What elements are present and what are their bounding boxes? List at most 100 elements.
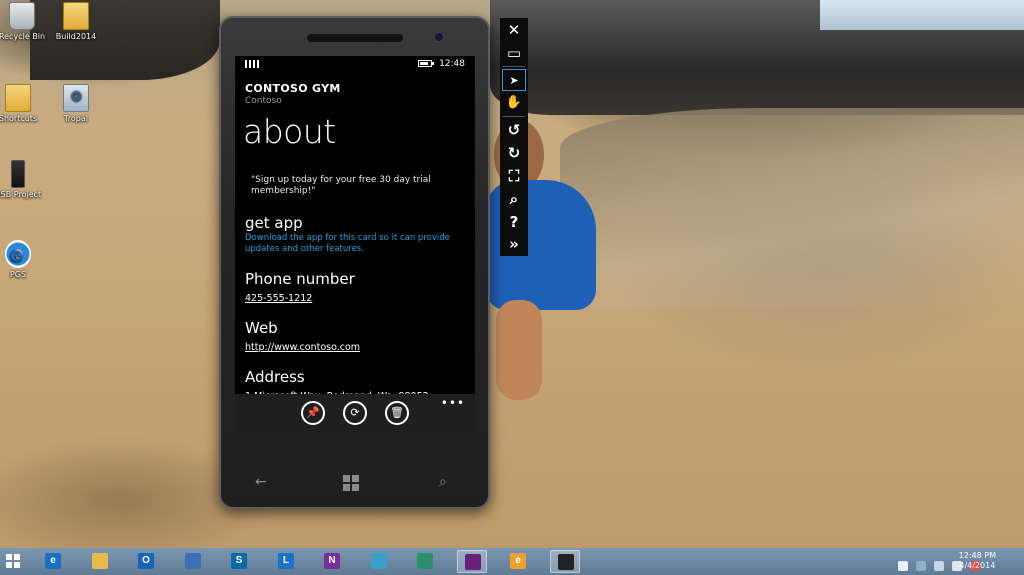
start-button[interactable] bbox=[343, 475, 359, 491]
file-explorer-icon bbox=[92, 553, 108, 569]
select-pointer-button[interactable]: ➤ bbox=[502, 69, 526, 91]
desktop-icon-build2014[interactable]: Build2014 bbox=[46, 2, 106, 41]
phone-emulator-icon bbox=[558, 554, 574, 570]
web-link[interactable]: http://www.contoso.com bbox=[245, 342, 475, 353]
signal-strength-icon bbox=[245, 60, 259, 68]
help-button[interactable]: ? bbox=[502, 211, 526, 233]
taskbar-app-button[interactable]: L bbox=[271, 550, 301, 573]
outlook-icon: O bbox=[138, 553, 154, 569]
pin-button[interactable]: 📌 bbox=[301, 401, 325, 425]
taskbar-app-button[interactable] bbox=[364, 550, 394, 573]
wallpaper-water bbox=[560, 108, 1024, 308]
app-icon bbox=[371, 553, 387, 569]
back-button[interactable]: ← bbox=[255, 474, 267, 490]
taskbar-app-button[interactable]: N bbox=[317, 550, 347, 573]
desktop-icon-label: PGS bbox=[9, 270, 27, 279]
minimize-icon: ▭ bbox=[506, 44, 522, 62]
desktop-icon-label: Recycle Bin bbox=[0, 32, 46, 41]
help-icon: ? bbox=[509, 213, 519, 231]
remote-desktop-icon bbox=[185, 553, 201, 569]
sync-button[interactable]: ⟳ bbox=[343, 401, 367, 425]
fit-to-screen-icon: ⛶ bbox=[508, 167, 520, 185]
taskbar-app-button[interactable]: O bbox=[131, 550, 161, 573]
search-button[interactable]: ⌕ bbox=[439, 474, 447, 490]
internet-explorer-icon: e bbox=[45, 553, 61, 569]
windows-start-button[interactable] bbox=[6, 554, 20, 568]
network-icon[interactable] bbox=[898, 561, 908, 571]
phone-clock: 12:48 bbox=[439, 59, 465, 69]
rotate-right-icon: ↻ bbox=[507, 144, 521, 162]
desktop-icon-recycle-bin[interactable]: Recycle Bin bbox=[0, 2, 52, 41]
app-bar-more-button[interactable]: ••• bbox=[441, 396, 465, 410]
sharepoint-icon: S bbox=[231, 553, 247, 569]
phone-number-heading: Phone number bbox=[245, 270, 355, 288]
zoom-icon: ⌕ bbox=[509, 190, 519, 208]
minimize-button[interactable]: ▭ bbox=[502, 42, 526, 64]
desktop-icon-tropal[interactable]: Tropal bbox=[46, 84, 106, 123]
desktop-icon-pgs[interactable]: PGS bbox=[0, 240, 48, 279]
taskbar: e O S L Ne 12:48 PM 4/4/2014 bbox=[0, 548, 1024, 575]
pin-icon: 📌 bbox=[306, 406, 320, 419]
taskbar-time: 12:48 PM bbox=[958, 551, 996, 560]
action-center-icon[interactable] bbox=[916, 561, 927, 571]
get-app-heading[interactable]: get app bbox=[245, 214, 475, 232]
touch-hand-icon: ✋ bbox=[505, 95, 523, 110]
select-pointer-icon: ➤ bbox=[509, 74, 519, 87]
folder-icon bbox=[63, 2, 89, 30]
phone-status-bar: 12:48 bbox=[235, 56, 475, 72]
rotate-right-button[interactable]: ↻ bbox=[502, 142, 526, 164]
page-title: about bbox=[243, 112, 336, 151]
phone-earpiece bbox=[307, 34, 403, 42]
taskbar-app-button[interactable] bbox=[85, 550, 115, 573]
close-icon: ✕ bbox=[507, 21, 521, 39]
emulator-toolbar: ✕ ▭ ➤ ✋ ↺ ↻ ⛶ ⌕ ? » bbox=[500, 18, 528, 256]
taskbar-app-button[interactable]: S bbox=[224, 550, 254, 573]
touch-mode-button[interactable]: ✋ bbox=[502, 92, 526, 114]
app-title: CONTOSO GYM bbox=[245, 82, 341, 95]
taskbar-app-button[interactable] bbox=[178, 550, 208, 573]
additional-tools-icon: » bbox=[509, 235, 519, 253]
app-bar: 📌 ⟳ 🗑 ••• bbox=[235, 394, 475, 434]
camera-icon bbox=[434, 32, 444, 42]
app-icon bbox=[63, 84, 89, 112]
usb-drive-icon bbox=[11, 160, 25, 188]
zoom-button[interactable]: ⌕ bbox=[502, 188, 526, 210]
taskbar-app-button[interactable] bbox=[410, 550, 440, 573]
taskbar-clock[interactable]: 12:48 PM 4/4/2014 bbox=[959, 551, 996, 571]
promo-text: "Sign up today for your free 30 day tria… bbox=[251, 175, 431, 196]
wallpaper-sky bbox=[820, 0, 1024, 30]
internet-explorer-icon: e bbox=[510, 553, 526, 569]
desktop-icon-label: Tropal bbox=[64, 114, 88, 123]
taskbar-app-button[interactable] bbox=[457, 550, 487, 573]
fit-to-screen-button[interactable]: ⛶ bbox=[502, 165, 526, 187]
delete-button[interactable]: 🗑 bbox=[385, 401, 409, 425]
desktop-icon-label: Build2014 bbox=[55, 32, 97, 41]
address-heading: Address bbox=[245, 368, 305, 386]
toolbar-divider bbox=[503, 116, 525, 117]
web-heading: Web bbox=[245, 319, 278, 337]
taskbar-app-button[interactable]: e bbox=[503, 550, 533, 573]
close-button[interactable]: ✕ bbox=[502, 19, 526, 41]
app-subtitle: Contoso bbox=[245, 96, 282, 106]
desktop-icon-label: Shortcuts bbox=[0, 114, 38, 123]
wifi-icon[interactable] bbox=[934, 561, 945, 571]
rotate-left-button[interactable]: ↺ bbox=[502, 119, 526, 141]
internet-explorer-icon bbox=[5, 240, 31, 268]
taskbar-date: 4/4/2014 bbox=[959, 561, 996, 570]
desktop-icon-shortcuts[interactable]: Shortcuts bbox=[0, 84, 48, 123]
folder-icon bbox=[5, 84, 31, 112]
delete-icon: 🗑 bbox=[390, 406, 404, 419]
additional-tools-button[interactable]: » bbox=[502, 233, 526, 255]
rotate-left-icon: ↺ bbox=[507, 121, 521, 139]
lync-icon: L bbox=[278, 553, 294, 569]
app-icon bbox=[417, 553, 433, 569]
get-app-description[interactable]: Download the app for this card so it can… bbox=[245, 233, 465, 255]
taskbar-app-button[interactable] bbox=[550, 550, 580, 573]
desktop-icon-usb-project[interactable]: USB Project bbox=[0, 160, 48, 199]
onenote-icon: N bbox=[324, 553, 340, 569]
taskbar-app-button[interactable]: e bbox=[38, 550, 68, 573]
desktop-icon-label: USB Project bbox=[0, 190, 42, 199]
sync-icon: ⟳ bbox=[350, 406, 360, 419]
phone-emulator: 12:48 CONTOSO GYM Contoso about "Sign up… bbox=[219, 16, 490, 509]
phone-number-link[interactable]: 425-555-1212 bbox=[245, 293, 475, 304]
